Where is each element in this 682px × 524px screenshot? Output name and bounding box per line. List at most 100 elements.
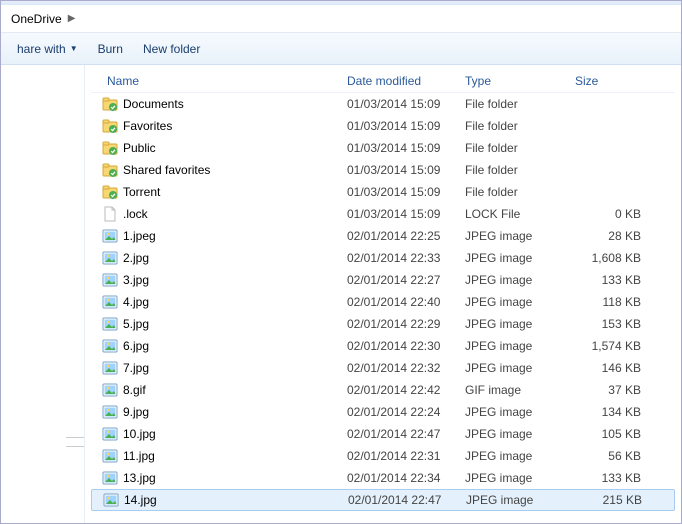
- explorer-window: OneDrive ▶ hare with ▼ Burn New folder N…: [0, 0, 682, 524]
- column-headers: Name Date modified Type Size: [91, 69, 675, 93]
- file-size: 56 KB: [575, 449, 643, 463]
- address-bar[interactable]: OneDrive ▶: [1, 5, 681, 33]
- file-name: Shared favorites: [123, 163, 347, 177]
- table-row[interactable]: 9.jpg02/01/2014 22:24JPEG image134 KB: [91, 401, 675, 423]
- file-name: 4.jpg: [123, 295, 347, 309]
- file-date: 01/03/2014 15:09: [347, 163, 465, 177]
- table-row[interactable]: .lock01/03/2014 15:09LOCK File0 KB: [91, 203, 675, 225]
- table-row[interactable]: Public01/03/2014 15:09File folder: [91, 137, 675, 159]
- file-type: File folder: [465, 185, 575, 199]
- table-row[interactable]: 4.jpg02/01/2014 22:40JPEG image118 KB: [91, 291, 675, 313]
- file-date: 02/01/2014 22:42: [347, 383, 465, 397]
- table-row[interactable]: 1.jpeg02/01/2014 22:25JPEG image28 KB: [91, 225, 675, 247]
- file-date: 01/03/2014 15:09: [347, 207, 465, 221]
- file-date: 02/01/2014 22:30: [347, 339, 465, 353]
- file-name: 6.jpg: [123, 339, 347, 353]
- table-row[interactable]: 2.jpg02/01/2014 22:33JPEG image1,608 KB: [91, 247, 675, 269]
- file-list[interactable]: Name Date modified Type Size Documents01…: [85, 65, 681, 523]
- image-icon: [101, 469, 119, 487]
- image-icon: [101, 359, 119, 377]
- file-type: JPEG image: [465, 317, 575, 331]
- file-icon: [101, 205, 119, 223]
- file-name: 11.jpg: [123, 449, 347, 463]
- column-header-date[interactable]: Date modified: [347, 74, 465, 88]
- table-row[interactable]: 5.jpg02/01/2014 22:29JPEG image153 KB: [91, 313, 675, 335]
- file-size: 153 KB: [575, 317, 643, 331]
- file-type: JPEG image: [465, 229, 575, 243]
- file-type: JPEG image: [465, 273, 575, 287]
- column-header-name[interactable]: Name: [91, 74, 347, 88]
- file-date: 02/01/2014 22:47: [347, 427, 465, 441]
- chevron-right-icon[interactable]: ▶: [68, 13, 76, 24]
- file-date: 01/03/2014 15:09: [347, 97, 465, 111]
- file-type: JPEG image: [465, 361, 575, 375]
- image-icon: [101, 315, 119, 333]
- file-type: GIF image: [465, 383, 575, 397]
- file-name: 7.jpg: [123, 361, 347, 375]
- file-date: 02/01/2014 22:47: [348, 493, 466, 507]
- tree-stub: [66, 437, 84, 447]
- file-name: 3.jpg: [123, 273, 347, 287]
- table-row[interactable]: Documents01/03/2014 15:09File folder: [91, 93, 675, 115]
- file-type: File folder: [465, 163, 575, 177]
- table-row[interactable]: 14.jpg02/01/2014 22:47JPEG image215 KB: [91, 489, 675, 511]
- file-name: 8.gif: [123, 383, 347, 397]
- table-row[interactable]: Torrent01/03/2014 15:09File folder: [91, 181, 675, 203]
- file-date: 02/01/2014 22:27: [347, 273, 465, 287]
- chevron-down-icon: ▼: [70, 44, 78, 53]
- table-row[interactable]: 13.jpg02/01/2014 22:34JPEG image133 KB: [91, 467, 675, 489]
- file-date: 01/03/2014 15:09: [347, 119, 465, 133]
- file-type: JPEG image: [465, 405, 575, 419]
- file-size: 133 KB: [575, 273, 643, 287]
- file-type: File folder: [465, 141, 575, 155]
- table-row[interactable]: Favorites01/03/2014 15:09File folder: [91, 115, 675, 137]
- file-size: 28 KB: [575, 229, 643, 243]
- table-row[interactable]: 7.jpg02/01/2014 22:32JPEG image146 KB: [91, 357, 675, 379]
- file-name: Favorites: [123, 119, 347, 133]
- image-icon: [101, 249, 119, 267]
- image-icon: [101, 381, 119, 399]
- share-with-button[interactable]: hare with ▼: [7, 38, 88, 60]
- breadcrumb-segment[interactable]: OneDrive: [7, 10, 66, 28]
- image-icon: [101, 425, 119, 443]
- file-name: Public: [123, 141, 347, 155]
- file-type: JPEG image: [465, 449, 575, 463]
- file-name: .lock: [123, 207, 347, 221]
- folder-sync-icon: [101, 95, 119, 113]
- file-size: 215 KB: [576, 493, 644, 507]
- share-with-label: hare with: [17, 42, 66, 56]
- file-size: 105 KB: [575, 427, 643, 441]
- file-name: 1.jpeg: [123, 229, 347, 243]
- content-area: Name Date modified Type Size Documents01…: [1, 65, 681, 523]
- file-size: 0 KB: [575, 207, 643, 221]
- navigation-pane[interactable]: [1, 65, 85, 523]
- table-row[interactable]: 11.jpg02/01/2014 22:31JPEG image56 KB: [91, 445, 675, 467]
- file-type: LOCK File: [465, 207, 575, 221]
- file-name: Torrent: [123, 185, 347, 199]
- file-name: Documents: [123, 97, 347, 111]
- file-date: 02/01/2014 22:31: [347, 449, 465, 463]
- table-row[interactable]: 6.jpg02/01/2014 22:30JPEG image1,574 KB: [91, 335, 675, 357]
- column-header-size[interactable]: Size: [575, 74, 645, 88]
- file-type: JPEG image: [465, 251, 575, 265]
- file-type: File folder: [465, 97, 575, 111]
- column-header-type[interactable]: Type: [465, 74, 575, 88]
- image-icon: [102, 491, 120, 509]
- new-folder-button[interactable]: New folder: [133, 38, 210, 60]
- file-name: 14.jpg: [124, 493, 348, 507]
- file-type: JPEG image: [465, 295, 575, 309]
- file-type: File folder: [465, 119, 575, 133]
- file-type: JPEG image: [465, 339, 575, 353]
- table-row[interactable]: 8.gif02/01/2014 22:42GIF image37 KB: [91, 379, 675, 401]
- table-row[interactable]: Shared favorites01/03/2014 15:09File fol…: [91, 159, 675, 181]
- image-icon: [101, 271, 119, 289]
- table-row[interactable]: 3.jpg02/01/2014 22:27JPEG image133 KB: [91, 269, 675, 291]
- file-size: 1,574 KB: [575, 339, 643, 353]
- file-type: JPEG image: [466, 493, 576, 507]
- image-icon: [101, 403, 119, 421]
- file-size: 133 KB: [575, 471, 643, 485]
- burn-button[interactable]: Burn: [88, 38, 133, 60]
- file-date: 02/01/2014 22:24: [347, 405, 465, 419]
- table-row[interactable]: 10.jpg02/01/2014 22:47JPEG image105 KB: [91, 423, 675, 445]
- file-date: 02/01/2014 22:32: [347, 361, 465, 375]
